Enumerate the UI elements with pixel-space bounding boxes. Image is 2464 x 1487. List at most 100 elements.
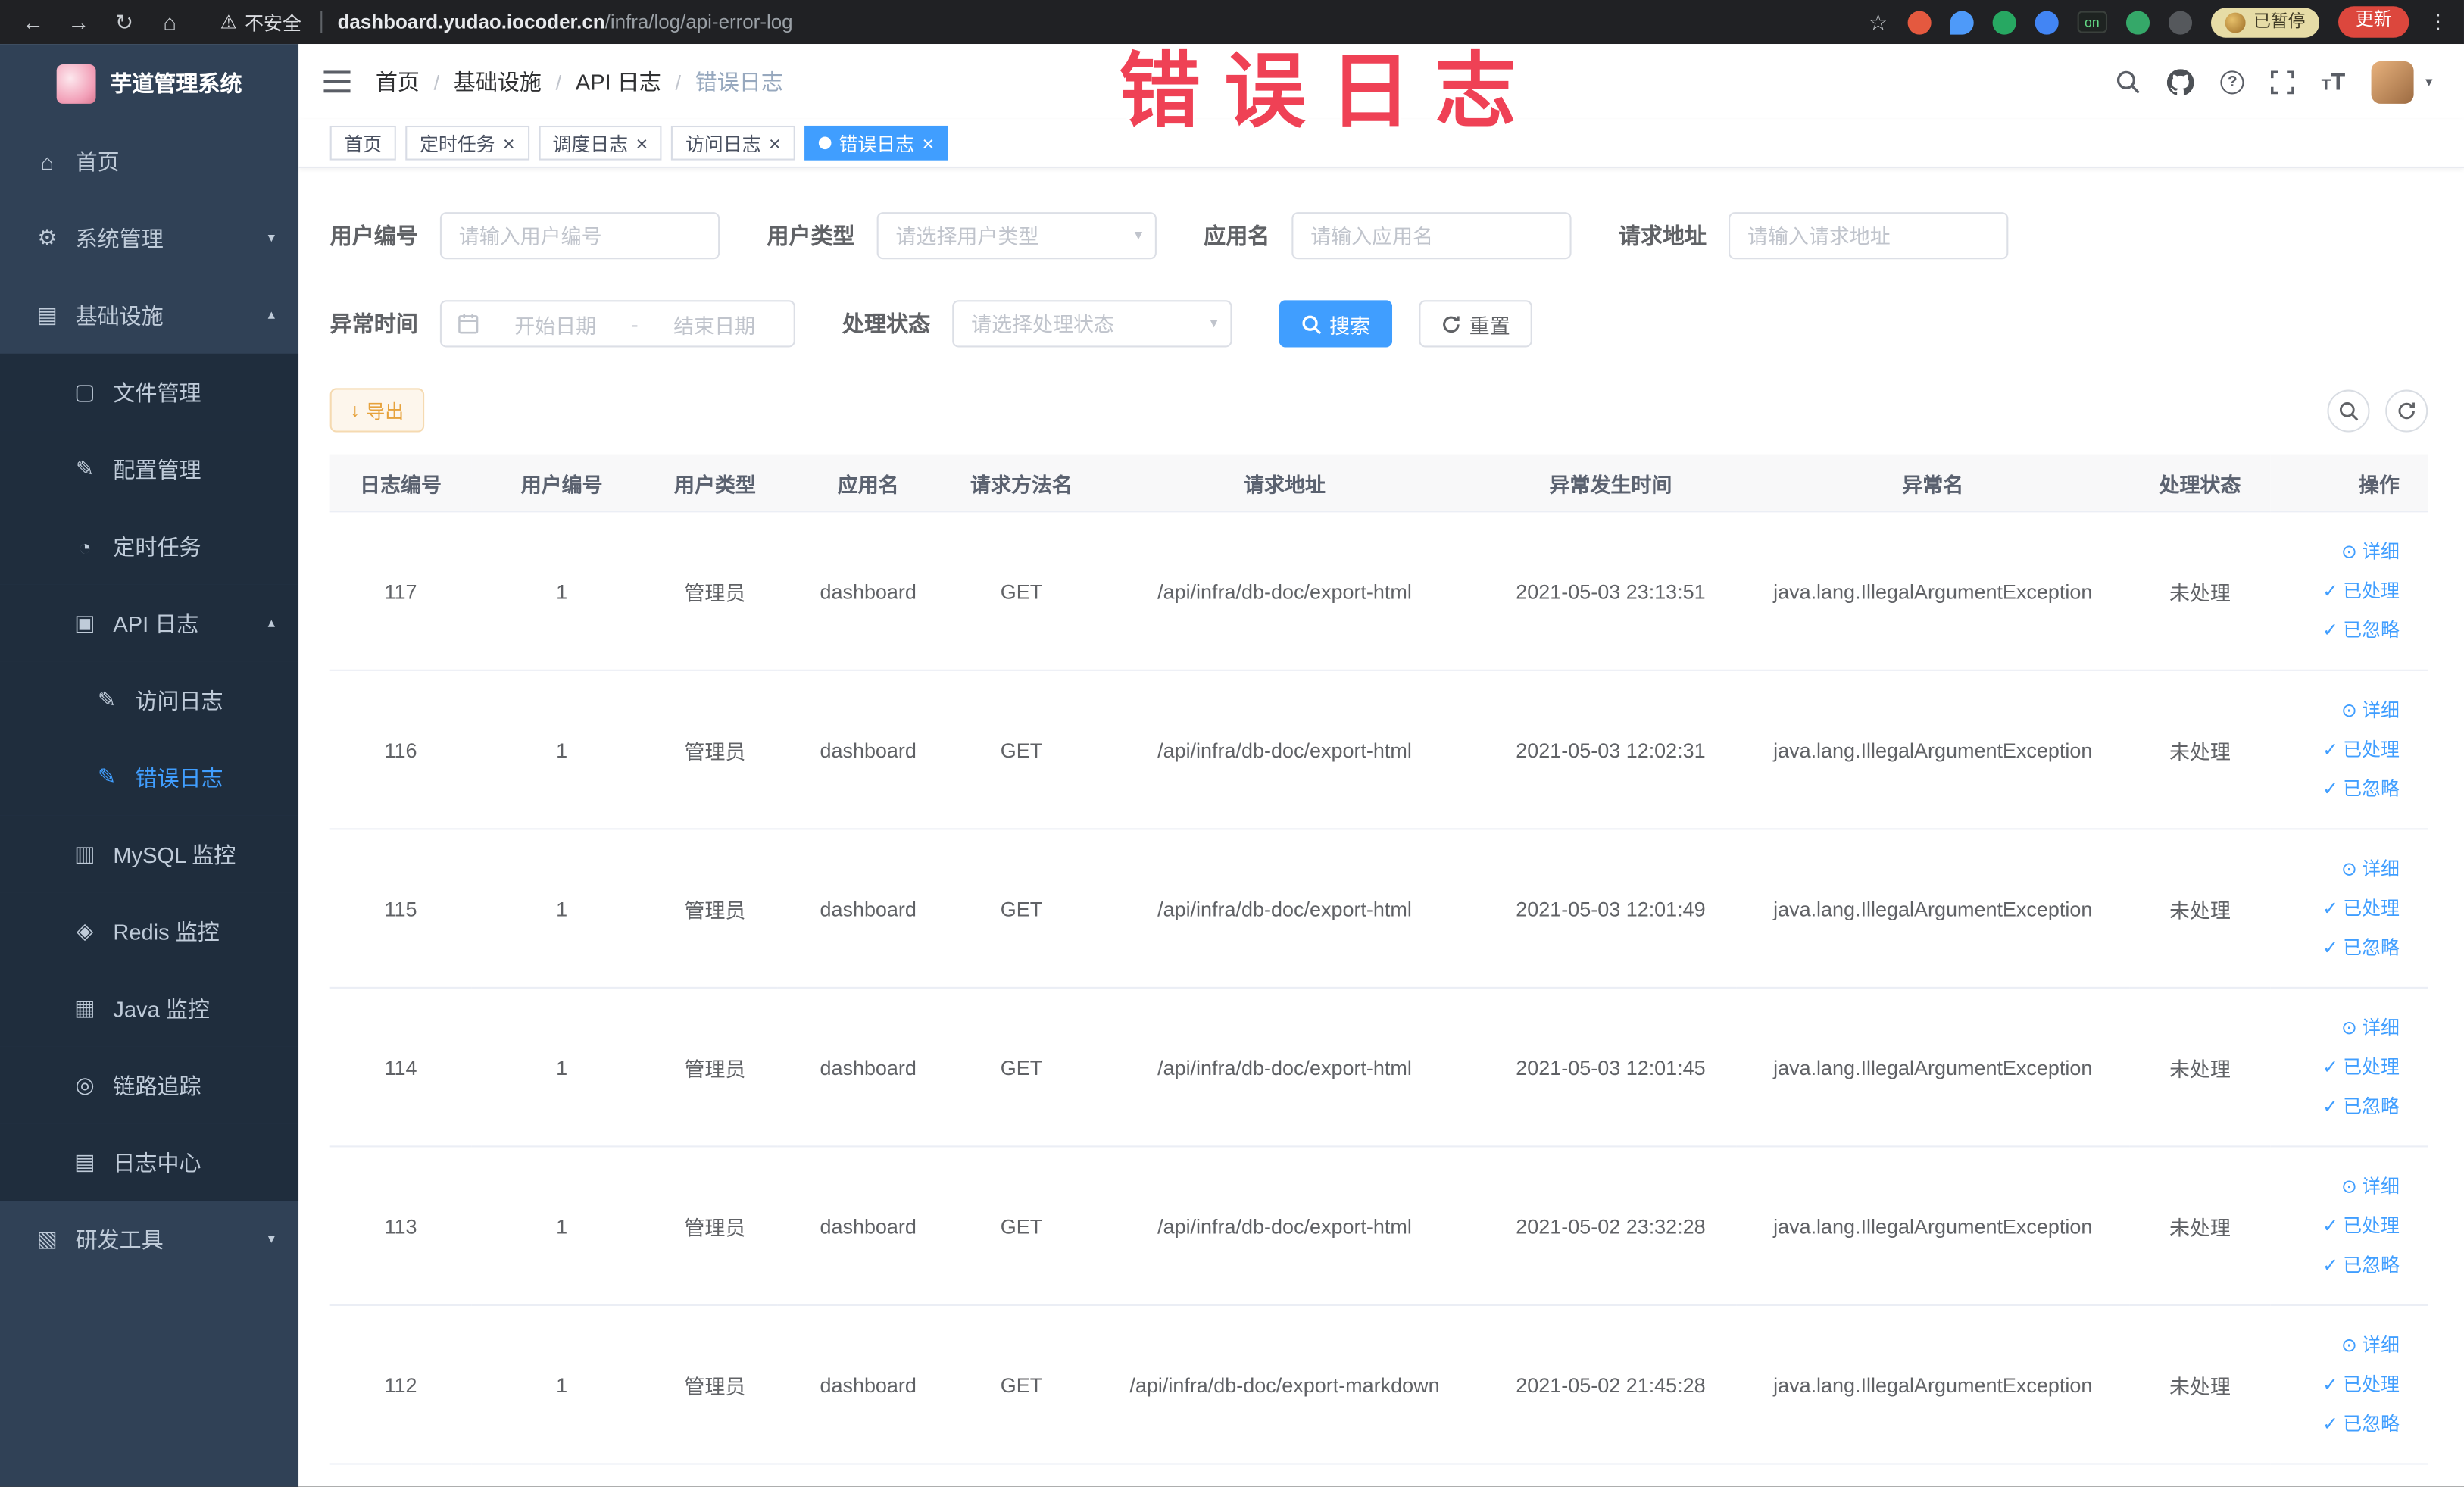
close-icon[interactable]: × bbox=[503, 133, 515, 153]
breadcrumb-current: 错误日志 bbox=[695, 69, 783, 95]
detail-link[interactable]: ⊙ 详细 bbox=[2280, 1167, 2400, 1206]
user-id-input[interactable] bbox=[439, 212, 720, 260]
sidebar-item-api-log[interactable]: ▣ API 日志 ▴ bbox=[0, 584, 299, 662]
tab-error-log[interactable]: 错误日志 × bbox=[804, 125, 948, 161]
extension-icon-drop[interactable] bbox=[1949, 10, 1973, 34]
user-type-select[interactable] bbox=[876, 212, 1157, 260]
tab-dispatch-log[interactable]: 调度日志 × bbox=[538, 125, 662, 161]
tab-scheduled-tasks[interactable]: 定时任务 × bbox=[405, 125, 529, 161]
close-icon[interactable]: × bbox=[922, 133, 934, 153]
reload-icon[interactable]: ↻ bbox=[107, 8, 142, 35]
detail-link-label: 详细 bbox=[2362, 539, 2400, 562]
search-button[interactable]: 搜索 bbox=[1279, 300, 1393, 348]
process-status-select[interactable] bbox=[952, 300, 1232, 348]
extension-on-badge[interactable]: on bbox=[2076, 11, 2108, 34]
process-link[interactable]: ✓ 已处理 bbox=[2280, 1048, 2400, 1087]
sidebar-item-access-log[interactable]: ✎ 访问日志 bbox=[0, 661, 299, 739]
sidebar-item-system-management[interactable]: ⚙ 系统管理 ▾ bbox=[0, 199, 298, 276]
table-row: 114 1 管理员 dashboard GET /api/infra/db-do… bbox=[329, 987, 2428, 1148]
sidebar-item-dev-tools[interactable]: ▧ 研发工具 ▾ bbox=[0, 1201, 298, 1278]
sidebar-item-log-center[interactable]: ▤ 日志中心 bbox=[0, 1123, 299, 1201]
fullscreen-icon[interactable] bbox=[2271, 70, 2295, 94]
extension-icon-grid[interactable] bbox=[2034, 10, 2058, 34]
cell-actions: ⊙ 详细 ✓ 已处理 ✓ 已忽略 bbox=[2270, 829, 2428, 989]
sidebar-item-config-management[interactable]: ✎ 配置管理 bbox=[0, 430, 299, 508]
process-link[interactable]: ✓ 已处理 bbox=[2280, 889, 2400, 928]
tab-home[interactable]: 首页 bbox=[329, 125, 396, 161]
cell-exception-time: 2021-05-02 21:45:28 bbox=[1485, 1304, 1737, 1465]
bookmark-star-icon[interactable]: ☆ bbox=[1869, 8, 1888, 35]
tampermonkey-icon bbox=[2225, 11, 2246, 33]
help-icon[interactable]: ? bbox=[2220, 70, 2244, 94]
hamburger-icon[interactable] bbox=[323, 70, 351, 93]
github-icon[interactable] bbox=[2167, 68, 2194, 95]
process-link[interactable]: ✓ 已处理 bbox=[2280, 1206, 2400, 1245]
site-security[interactable]: ⚠ 不安全 bbox=[220, 8, 301, 35]
sidebar-item-java-monitor[interactable]: ▦ Java 监控 bbox=[0, 970, 299, 1047]
extension-icon-leaf[interactable] bbox=[2125, 10, 2150, 34]
app-name-input[interactable] bbox=[1291, 212, 1572, 260]
extension-icon-paw[interactable] bbox=[2168, 10, 2193, 34]
ignore-link[interactable]: ✓ 已忽略 bbox=[2280, 1404, 2400, 1444]
security-label: 不安全 bbox=[245, 11, 301, 34]
sidebar-item-mysql-monitor[interactable]: ▥ MySQL 监控 bbox=[0, 815, 299, 893]
detail-link[interactable]: ⊙ 详细 bbox=[2280, 532, 2400, 571]
font-size-icon[interactable]: TT bbox=[2322, 70, 2346, 93]
avatar-caret-icon[interactable]: ▾ bbox=[2425, 73, 2432, 90]
forward-icon[interactable]: → bbox=[61, 9, 96, 34]
close-icon[interactable]: × bbox=[769, 133, 781, 153]
export-button[interactable]: ↓ 导出 bbox=[329, 388, 425, 433]
detail-link-label: 详细 bbox=[2362, 1333, 2400, 1356]
back-icon[interactable]: ← bbox=[16, 9, 51, 34]
browser-menu-icon[interactable]: ⋮ bbox=[2428, 9, 2448, 34]
user-avatar[interactable] bbox=[2372, 60, 2415, 103]
ignore-link[interactable]: ✓ 已忽略 bbox=[2280, 1245, 2400, 1285]
breadcrumb-home[interactable]: 首页 bbox=[376, 66, 420, 97]
sidebar-item-infrastructure[interactable]: ▤ 基础设施 ▴ bbox=[0, 276, 298, 354]
breadcrumb-separator: / bbox=[675, 70, 682, 94]
search-icon[interactable] bbox=[2116, 69, 2141, 94]
toggle-search-button[interactable] bbox=[2327, 389, 2370, 432]
extension-icon-green[interactable] bbox=[1991, 10, 2016, 34]
detail-link[interactable]: ⊙ 详细 bbox=[2280, 1326, 2400, 1365]
sidebar-item-file-management[interactable]: ▢ 文件管理 bbox=[0, 353, 299, 431]
close-icon[interactable]: × bbox=[636, 133, 648, 153]
sidebar-item-error-log[interactable]: ✎ 错误日志 bbox=[0, 739, 299, 816]
address-bar[interactable]: dashboard.yudao.iocoder.cn/infra/log/api… bbox=[338, 11, 793, 33]
ignore-link[interactable]: ✓ 已忽略 bbox=[2280, 611, 2400, 650]
request-url-input[interactable] bbox=[1729, 212, 2009, 260]
ignore-link[interactable]: ✓ 已忽略 bbox=[2280, 770, 2400, 809]
detail-link[interactable]: ⊙ 详细 bbox=[2280, 849, 2400, 889]
cell-method: GET bbox=[958, 511, 1085, 671]
sidebar-item-trace[interactable]: ◎ 链路追踪 bbox=[0, 1046, 299, 1124]
breadcrumb-api-log[interactable]: API 日志 bbox=[576, 66, 661, 97]
cell-request-url: /api/infra/db-doc/export-html bbox=[1084, 670, 1485, 830]
ignore-link[interactable]: ✓ 已忽略 bbox=[2280, 928, 2400, 967]
cell-log-id: 113 bbox=[329, 1146, 472, 1306]
reset-button[interactable]: 重置 bbox=[1419, 300, 1532, 348]
sidebar-item-redis-monitor[interactable]: ◈ Redis 监控 bbox=[0, 892, 299, 970]
process-link[interactable]: ✓ 已处理 bbox=[2280, 571, 2400, 611]
detail-link[interactable]: ⊙ 详细 bbox=[2280, 1008, 2400, 1048]
error-log-table: 日志编号 用户编号 用户类型 应用名 请求方法名 请求地址 异常发生时间 异常名… bbox=[329, 454, 2428, 1465]
app-logo[interactable]: 芋道管理系统 bbox=[0, 44, 298, 123]
tab-access-log[interactable]: 访问日志 × bbox=[671, 125, 795, 161]
eye-icon: ⊙ bbox=[2341, 1016, 2357, 1039]
refresh-table-button[interactable] bbox=[2385, 389, 2428, 432]
process-link[interactable]: ✓ 已处理 bbox=[2280, 730, 2400, 770]
detail-link[interactable]: ⊙ 详细 bbox=[2280, 691, 2400, 730]
sidebar-item-label: 配置管理 bbox=[113, 456, 201, 482]
sidebar-item-scheduled-tasks[interactable]: ◔ 定时任务 bbox=[0, 508, 299, 585]
refresh-icon bbox=[2398, 401, 2415, 419]
process-link[interactable]: ✓ 已处理 bbox=[2280, 1365, 2400, 1404]
extension-icon-red[interactable] bbox=[1907, 10, 1931, 34]
date-range-picker[interactable]: 开始日期 - 结束日期 bbox=[439, 300, 795, 348]
browser-update-button[interactable]: 更新 bbox=[2338, 6, 2409, 38]
ignore-link[interactable]: ✓ 已忽略 bbox=[2280, 1087, 2400, 1126]
active-dot bbox=[818, 136, 832, 150]
sidebar-item-home[interactable]: ⌂ 首页 bbox=[0, 123, 298, 200]
tampermonkey-paused-badge[interactable]: 已暂停 bbox=[2210, 7, 2320, 37]
browser-home-icon[interactable]: ⌂ bbox=[152, 9, 187, 34]
warning-icon: ⚠ bbox=[220, 11, 237, 33]
breadcrumb-infrastructure[interactable]: 基础设施 bbox=[454, 66, 542, 97]
